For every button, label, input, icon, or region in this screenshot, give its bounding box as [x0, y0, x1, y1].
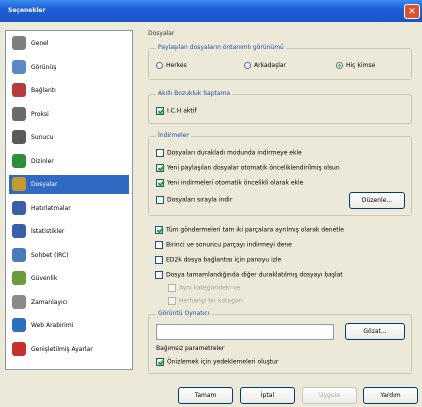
viewer-path-input[interactable]: [156, 324, 334, 340]
sidebar-item-label: Genişletilmiş Ayarlar: [31, 345, 93, 353]
sidebar-item-label: Web Arabirimi: [31, 322, 74, 329]
folders-icon: [12, 153, 26, 168]
server-icon: [12, 130, 26, 144]
sidebar-item-label: Bağlantı: [31, 87, 56, 94]
sidebar: Genel Görünüş Bağlantı Proksi Sunucu Dizinler…: [5, 30, 133, 370]
misc-option-clipboard-box[interactable]: [155, 256, 163, 264]
cancel-button[interactable]: İptal: [240, 387, 295, 404]
sidebar-item-label: İstatistikler: [31, 228, 65, 235]
sharing-group: Paylaşılan dosyaların öntanımlı görünümü…: [148, 44, 412, 80]
download-option-auto-priority-new[interactable]: Yeni indirmeleri otomatik öncelikli olar…: [156, 179, 303, 187]
sidebar-item[interactable]: Bağlantı: [9, 81, 129, 100]
edit-button[interactable]: Düzenle...: [349, 192, 405, 209]
close-icon: ✕: [408, 7, 416, 17]
sidebar-item[interactable]: Sohbet (IRC): [9, 246, 129, 265]
sidebar-item-label: Dizinler: [31, 157, 54, 165]
misc-option-clipboard[interactable]: ED2k dosya bağlantısı için panoyu izle: [155, 256, 281, 264]
download-option-auto-priority-shared-box[interactable]: [156, 164, 164, 172]
radio-everyone[interactable]: Herkes: [156, 62, 187, 69]
download-option-auto-priority-shared[interactable]: Yeni paylaşılan dosyalar otomatik önceli…: [156, 164, 340, 172]
download-option-auto-priority-new-box[interactable]: [156, 179, 164, 187]
misc-option-check-parts-box[interactable]: [155, 226, 163, 234]
sidebar-item-label: Zamanlayıcı: [31, 298, 68, 306]
scheduler-icon: [12, 294, 26, 309]
misc-option-check-parts[interactable]: Tüm göndermeleri tam iki parçalara ayrıl…: [155, 226, 344, 234]
sidebar-item[interactable]: Dizinler: [9, 152, 129, 171]
viewer-group-title: Görüntü Oynatıcı: [156, 310, 212, 317]
sidebar-item[interactable]: Proksi: [9, 105, 129, 124]
connection-icon: [12, 83, 26, 97]
sidebar-item-label: Proksi: [31, 110, 49, 118]
sidebar-item-label: Genel: [31, 40, 49, 47]
extended-settings-icon: [12, 341, 26, 356]
ich-checkbox[interactable]: I.C.H aktif: [156, 107, 196, 115]
sidebar-item[interactable]: Güvenlik: [9, 269, 129, 288]
sidebar-item[interactable]: Sunucu: [9, 128, 129, 147]
sidebar-item[interactable]: Görünüş: [9, 58, 129, 77]
apply-button[interactable]: Uygula: [302, 387, 357, 404]
browse-button[interactable]: Gözat...: [345, 323, 405, 340]
download-option-sequential-box[interactable]: [156, 196, 164, 204]
viewer-note: Bağımsız parametreler: [156, 345, 225, 352]
download-option-paused-box[interactable]: [156, 149, 164, 157]
download-option-paused[interactable]: Dosyaları durakladı modunda indirmeye ek…: [156, 149, 302, 157]
misc-option-any-category: Herhangi bir kategori: [168, 297, 243, 305]
misc-option-same-category: Aynı kategorideki ve: [168, 284, 240, 292]
web-interface-icon: [12, 318, 26, 332]
viewer-backup-checkbox-box[interactable]: [156, 358, 164, 366]
gear-icon: [12, 36, 26, 50]
title-bar: Seçenekler ✕: [0, 0, 422, 22]
misc-option-first-last-box[interactable]: [155, 241, 163, 249]
sidebar-item-label: Görünüş: [31, 63, 57, 71]
ok-button[interactable]: Tamam: [178, 387, 233, 404]
sidebar-item-label: Hatırlatmalar: [31, 204, 71, 212]
sidebar-item-label: Sunucu: [31, 134, 54, 141]
sharing-group-title: Paylaşılan dosyaların öntanımlı görünümü: [156, 44, 286, 51]
misc-option-resume-next-box[interactable]: [155, 271, 163, 279]
proxy-icon: [12, 106, 26, 121]
sidebar-item[interactable]: Web Arabirimi: [9, 316, 129, 335]
sidebar-item-label: Dosyalar: [31, 181, 58, 188]
download-option-sequential[interactable]: Dosyaları sırayla indir: [156, 196, 232, 204]
help-button[interactable]: Yardım: [363, 387, 418, 404]
sidebar-item[interactable]: Dosyalar: [9, 175, 129, 194]
radio-nobody-indicator[interactable]: [336, 62, 343, 69]
misc-option-same-category-box: [168, 284, 176, 292]
radio-nobody[interactable]: Hiç kimse: [336, 62, 375, 69]
misc-option-any-category-box: [168, 297, 176, 305]
sidebar-item[interactable]: Hatırlatmalar: [9, 199, 129, 218]
close-button[interactable]: ✕: [404, 4, 420, 19]
misc-option-first-last[interactable]: Birinci ve sonuncu parçayı indirmeyi den…: [155, 241, 292, 249]
viewer-group: Görüntü Oynatıcı Gözat... Bağımsız param…: [148, 310, 412, 374]
appearance-icon: [12, 59, 26, 74]
sidebar-item-label: Güvenlik: [31, 275, 58, 282]
radio-friends[interactable]: Arkadaşlar: [244, 62, 286, 69]
ich-group-title: Akıllı Bozukluk Saptama: [156, 90, 233, 97]
security-icon: [12, 271, 26, 285]
reminders-icon: [12, 200, 26, 215]
statistics-icon: [12, 224, 26, 238]
sidebar-item-label: Sohbet (IRC): [31, 251, 69, 259]
sidebar-item[interactable]: İstatistikler: [9, 222, 129, 241]
section-title: Dosyalar: [148, 30, 175, 37]
misc-option-resume-next[interactable]: Dosya tamamlandığında diğer duraklatılmı…: [155, 271, 343, 279]
radio-friends-indicator[interactable]: [244, 62, 251, 69]
ich-group: Akıllı Bozukluk Saptama I.C.H aktif: [148, 90, 412, 124]
irc-chat-icon: [12, 247, 26, 262]
sidebar-item[interactable]: Zamanlayıcı: [9, 293, 129, 312]
viewer-backup-checkbox[interactable]: Önizlemek için yedeklemeleri oluştur: [156, 358, 278, 366]
radio-everyone-indicator[interactable]: [156, 62, 163, 69]
downloads-group-title: İndirmeler: [156, 132, 191, 139]
downloads-group: İndirmeler Dosyaları durakladı modunda i…: [148, 132, 412, 216]
ich-checkbox-box[interactable]: [156, 107, 164, 115]
files-icon: [12, 177, 26, 191]
sidebar-item[interactable]: Genişletilmiş Ayarlar: [9, 340, 129, 359]
window-title: Seçenekler: [8, 7, 46, 14]
sidebar-item[interactable]: Genel: [9, 34, 129, 53]
